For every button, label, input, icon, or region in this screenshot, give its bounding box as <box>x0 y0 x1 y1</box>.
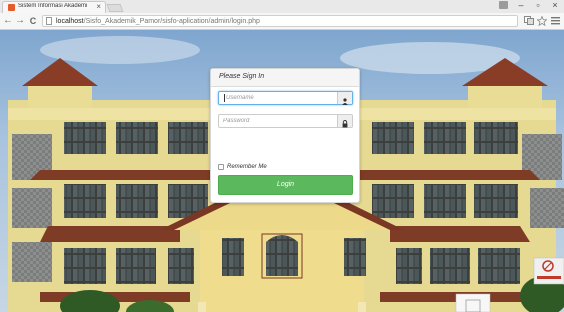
url-text: localhost/Sisfo_Akademik_Pamor/sisfo-apl… <box>56 18 260 25</box>
minimize-icon[interactable]: – <box>513 0 529 10</box>
username-input[interactable] <box>219 92 344 104</box>
user-profile-icon[interactable] <box>499 1 508 9</box>
maximize-icon[interactable]: ▫ <box>530 0 546 10</box>
favicon-icon <box>8 4 15 11</box>
tab-title: Sistem Informasi Akademi <box>18 3 88 9</box>
password-field[interactable] <box>218 114 353 128</box>
tab-close-icon[interactable]: × <box>96 2 101 11</box>
forward-arrow-icon[interactable]: → <box>15 15 25 27</box>
close-window-icon[interactable]: × <box>547 0 563 10</box>
lock-icon <box>337 115 352 128</box>
translate-icon[interactable] <box>524 16 534 27</box>
back-arrow-icon[interactable]: ← <box>3 15 13 27</box>
address-bar[interactable]: localhost/Sisfo_Akademik_Pamor/sisfo-apl… <box>42 15 518 27</box>
reload-icon[interactable]: C <box>28 15 38 27</box>
browser-toolbar: ← → C localhost/Sisfo_Akademik_Pamor/sis… <box>0 13 564 30</box>
user-icon <box>337 92 352 105</box>
panel-heading: Please Sign In <box>211 69 359 87</box>
remember-me-label: Remember Me <box>227 164 267 170</box>
login-page-background: Please Sign In Remember Me Login <box>0 30 564 312</box>
username-field[interactable] <box>218 91 353 105</box>
page-icon <box>46 17 52 25</box>
browser-tab[interactable]: Sistem Informasi Akademi × <box>2 1 106 13</box>
star-icon[interactable] <box>536 15 548 28</box>
menu-icon[interactable] <box>551 16 560 27</box>
new-tab-button[interactable] <box>106 4 124 12</box>
remember-me-checkbox[interactable] <box>218 164 224 170</box>
panel-title: Please Sign In <box>219 73 265 80</box>
login-button[interactable]: Login <box>218 175 353 195</box>
password-input[interactable] <box>219 115 341 127</box>
login-panel: Please Sign In Remember Me Login <box>210 68 360 203</box>
browser-titlebar: Sistem Informasi Akademi × – ▫ × <box>0 0 564 13</box>
